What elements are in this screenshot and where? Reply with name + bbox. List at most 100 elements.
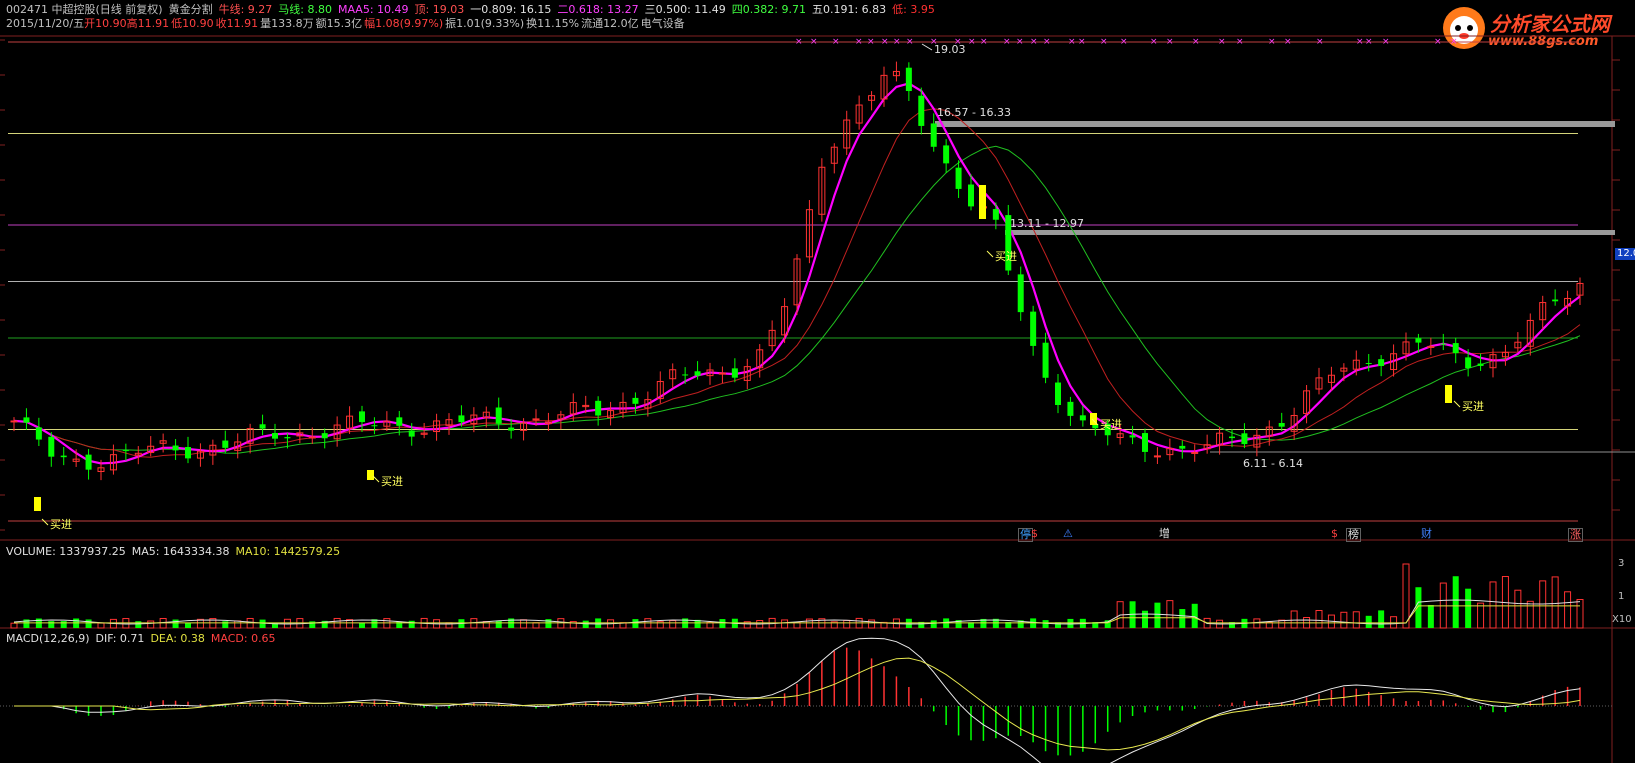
volume-bar bbox=[309, 621, 316, 628]
top-marker: × bbox=[1218, 37, 1226, 47]
volume-bar bbox=[147, 620, 155, 629]
volume-bar bbox=[843, 619, 851, 629]
volume-bar bbox=[532, 622, 540, 629]
candle-body bbox=[458, 415, 465, 423]
candle-body bbox=[23, 417, 30, 423]
top-marker: × bbox=[1030, 37, 1038, 47]
top-marker: × bbox=[893, 37, 901, 47]
macd-value: MACD: 0.65 bbox=[210, 632, 276, 645]
candle-body bbox=[1179, 445, 1186, 449]
candle-body bbox=[1229, 436, 1235, 439]
candle-body bbox=[172, 445, 179, 451]
buy-label: 买进 bbox=[50, 518, 72, 531]
candle-body bbox=[1477, 363, 1484, 366]
candle-body bbox=[185, 447, 191, 459]
candle-body bbox=[259, 424, 266, 429]
top-marker: × bbox=[1016, 37, 1024, 47]
top-marker: × bbox=[795, 37, 803, 47]
macd-name: MACD(12,26,9) bbox=[6, 632, 90, 645]
candle-body bbox=[595, 400, 602, 416]
top-marker: × bbox=[1284, 37, 1292, 47]
candle-body bbox=[1552, 299, 1559, 302]
buy-label: 买进 bbox=[381, 475, 403, 488]
candle-body bbox=[930, 123, 937, 147]
volume-bar bbox=[930, 620, 937, 628]
macd-dif: DIF: 0.71 bbox=[95, 632, 145, 645]
top-marker: × bbox=[867, 37, 875, 47]
price-axis-tag: 12.0 bbox=[1615, 248, 1635, 260]
candle-body bbox=[1452, 343, 1459, 354]
volume-bar bbox=[1042, 620, 1049, 628]
volume-bar bbox=[1142, 610, 1148, 628]
volume-bar bbox=[669, 620, 677, 629]
event-tag[interactable]: $ bbox=[1330, 528, 1339, 540]
candle-body bbox=[48, 436, 55, 457]
candle-body bbox=[968, 184, 974, 207]
buy-signal-candle bbox=[1445, 385, 1452, 403]
volume-bar bbox=[1340, 611, 1348, 629]
top-marker: × bbox=[1166, 37, 1174, 47]
buy-signal-candle bbox=[979, 185, 986, 219]
volume-bar bbox=[1253, 618, 1261, 629]
volume-bar bbox=[1402, 563, 1410, 629]
candle-body bbox=[992, 209, 999, 220]
candle-body bbox=[508, 427, 515, 431]
event-tag[interactable]: ⚠ bbox=[1062, 528, 1074, 540]
candle-body bbox=[1055, 382, 1061, 405]
volume-bar bbox=[1514, 589, 1522, 629]
candle-body bbox=[60, 455, 67, 458]
volume-bar bbox=[632, 619, 639, 628]
candle-body bbox=[284, 437, 291, 439]
candle-body bbox=[85, 454, 92, 470]
event-tag[interactable]: $ bbox=[1030, 528, 1039, 540]
volume-bar bbox=[48, 621, 55, 628]
event-tag[interactable]: 财 bbox=[1420, 528, 1433, 540]
volume-bar bbox=[259, 619, 266, 628]
top-marker: × bbox=[881, 37, 889, 47]
candle-body bbox=[408, 430, 415, 437]
candle-body bbox=[943, 145, 950, 164]
zone3-label: 6.11 - 6.14 bbox=[1243, 457, 1303, 470]
kline-chart[interactable]: × × × × × × × × × × × × × × × × × × × × × × × × × × × × × × × × ×19.0316… bbox=[0, 0, 1635, 763]
buy-pointer bbox=[1453, 400, 1461, 408]
volume-header: VOLUME: 1337937.25 MA5: 1643334.38 MA10: 1… bbox=[6, 545, 346, 558]
candle-body bbox=[918, 95, 925, 126]
volume-axis-top: 3 bbox=[1618, 558, 1625, 569]
volume-bar bbox=[172, 619, 179, 628]
top-marker: × bbox=[1043, 37, 1051, 47]
buy-label: 买进 bbox=[1100, 418, 1122, 431]
buy-signal-candle bbox=[34, 497, 41, 511]
top-marker: × bbox=[1236, 37, 1244, 47]
candle-body bbox=[694, 371, 701, 376]
top-marker: × bbox=[1120, 37, 1128, 47]
candle-body bbox=[1378, 359, 1385, 367]
event-tag[interactable]: 涨 bbox=[1568, 528, 1583, 542]
top-marker: × bbox=[1003, 37, 1011, 47]
candle-body bbox=[905, 67, 912, 92]
candle-body bbox=[1415, 338, 1422, 343]
volume-bar bbox=[234, 620, 242, 629]
volume-bar bbox=[1154, 602, 1161, 628]
volume-bar bbox=[1415, 587, 1422, 628]
candle-body bbox=[35, 427, 42, 440]
candle-body bbox=[1017, 274, 1024, 313]
top-marker: × bbox=[1100, 37, 1108, 47]
buy-label: 买进 bbox=[995, 250, 1017, 263]
volume-bar bbox=[1489, 581, 1497, 629]
top-marker: × bbox=[1450, 37, 1458, 47]
candle-body bbox=[1129, 435, 1136, 438]
volume-bar bbox=[1191, 603, 1198, 628]
candle-body bbox=[632, 397, 639, 404]
resistance-zone-2 bbox=[1005, 230, 1615, 235]
event-tag[interactable]: 增 bbox=[1158, 528, 1171, 540]
event-tag[interactable]: 榜 bbox=[1346, 528, 1361, 542]
resistance-zone-1 bbox=[935, 121, 1615, 127]
volume-bar bbox=[1465, 588, 1472, 628]
zone2-label: 13.11 - 12.97 bbox=[1010, 217, 1084, 230]
volume-bar bbox=[1378, 610, 1385, 628]
candle-body bbox=[718, 372, 726, 375]
volume-bar bbox=[495, 620, 502, 628]
candle-body bbox=[1191, 451, 1199, 454]
candle-body bbox=[1042, 342, 1049, 378]
candle-body bbox=[1030, 311, 1037, 346]
